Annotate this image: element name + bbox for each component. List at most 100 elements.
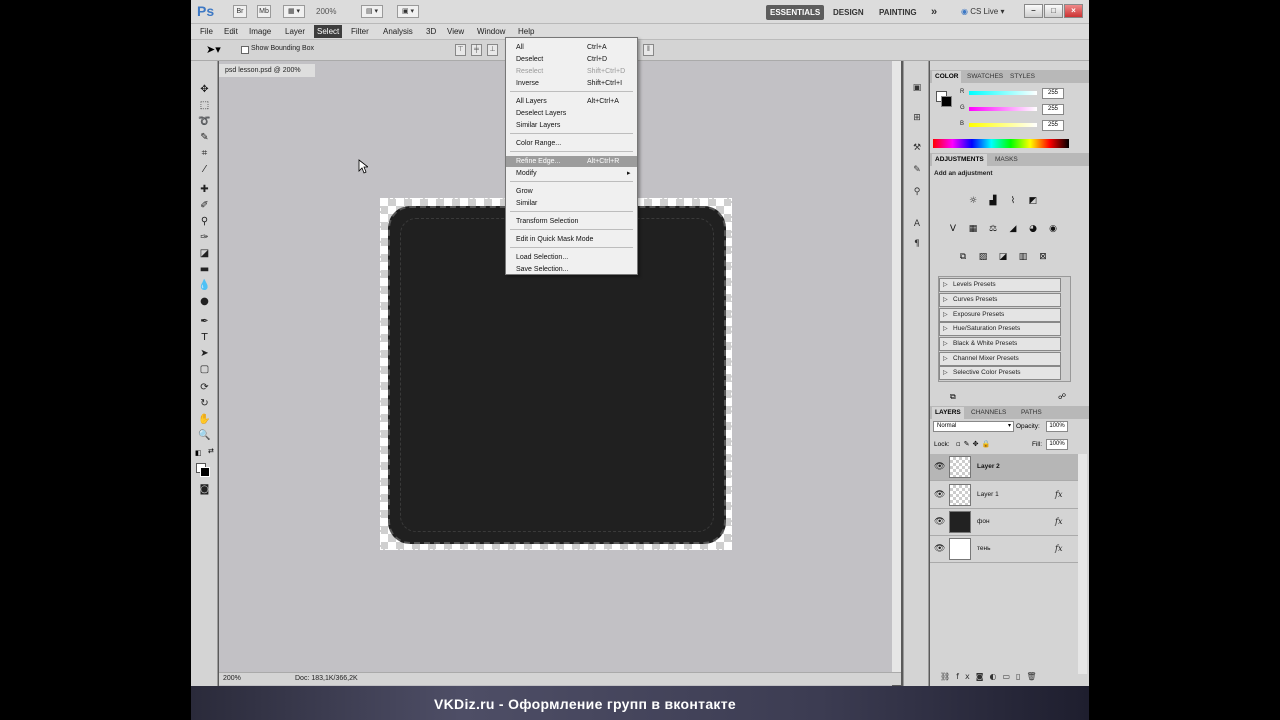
menu-3d[interactable]: 3D	[423, 25, 439, 38]
threshold-icon[interactable]: ◪	[996, 251, 1010, 263]
shape-tool-icon[interactable]: ▢	[198, 363, 211, 376]
history-brush-tool-icon[interactable]: ✑	[198, 231, 211, 244]
menu-item-grow[interactable]: Grow	[506, 186, 637, 197]
tab-color[interactable]: COLOR	[932, 71, 962, 83]
tab-channels[interactable]: CHANNELS	[968, 407, 1009, 419]
tab-swatches[interactable]: SWATCHES	[964, 71, 1006, 83]
preset-black-white[interactable]: Black & White Presets	[939, 337, 1061, 351]
quick-selection-tool-icon[interactable]: ✎	[198, 131, 211, 144]
pen-tool-icon[interactable]: ✒	[198, 315, 211, 328]
minimize-button[interactable]: –	[1024, 4, 1043, 18]
menu-analysis[interactable]: Analysis	[380, 25, 416, 38]
hand-tool-icon[interactable]: ✋	[198, 413, 211, 426]
layer-name[interactable]: фон	[977, 518, 990, 525]
preset-selective-color[interactable]: Selective Color Presets	[939, 366, 1061, 380]
menu-select[interactable]: Select	[314, 25, 343, 38]
vertical-scrollbar[interactable]	[892, 61, 901, 673]
fill-input[interactable]: 100%	[1046, 439, 1068, 450]
menu-item-edit-in-quick-mask-mode[interactable]: Edit in Quick Mask Mode	[506, 234, 637, 245]
visibility-eye-icon[interactable]: 👁	[934, 462, 945, 472]
menu-item-deselect-layers[interactable]: Deselect Layers	[506, 108, 637, 119]
show-bounding-box-checkbox[interactable]	[241, 46, 249, 54]
visibility-eye-icon[interactable]: 👁	[934, 517, 945, 527]
layer-effects-icon[interactable]: fx	[1055, 517, 1062, 526]
gradient-map-icon[interactable]: ▥	[1016, 251, 1030, 263]
menu-item-save-selection[interactable]: Save Selection...	[506, 264, 637, 275]
brush-tool-icon[interactable]: ✐	[198, 199, 211, 212]
tab-layers[interactable]: LAYERS	[932, 407, 964, 419]
marquee-tool-icon[interactable]: ⬚	[198, 99, 211, 112]
channel-mixer-icon[interactable]: ◉	[1046, 223, 1060, 235]
status-zoom[interactable]: 200%	[223, 675, 241, 682]
channel-b-slider[interactable]	[969, 123, 1037, 127]
brushes-icon[interactable]: ✎	[910, 165, 924, 177]
3d-orbit-tool-icon[interactable]: ↻	[198, 397, 211, 410]
menu-file[interactable]: File	[197, 25, 216, 38]
restore-button[interactable]: □	[1044, 4, 1063, 18]
layer-name[interactable]: Layer 1	[977, 491, 999, 498]
eraser-tool-icon[interactable]: ◪	[198, 247, 211, 260]
workspace-essentials[interactable]: ESSENTIALS	[766, 5, 825, 20]
brightness-contrast-icon[interactable]: ☼	[966, 195, 980, 207]
layers-scrollbar[interactable]	[1078, 454, 1087, 674]
arrange-documents-button[interactable]: ▤ ▾	[361, 5, 383, 18]
menu-item-similar[interactable]: Similar	[506, 198, 637, 209]
default-colors-icon[interactable]: ◧	[195, 449, 202, 457]
menu-item-all[interactable]: All Ctrl+A	[506, 42, 637, 53]
zoom-level[interactable]: 200%	[316, 7, 336, 16]
gradient-tool-icon[interactable]: ▬	[198, 263, 211, 276]
align-bottom-icon[interactable]: ⊥	[487, 44, 498, 56]
menu-image[interactable]: Image	[246, 25, 274, 38]
preset-levels[interactable]: Levels Presets	[939, 278, 1061, 292]
layer-row[interactable]: 👁 Layer 2	[930, 454, 1078, 481]
curves-icon[interactable]: ⌇	[1006, 195, 1020, 207]
eyedropper-tool-icon[interactable]: ⁄	[198, 163, 211, 176]
opacity-input[interactable]: 100%	[1046, 421, 1068, 432]
close-button[interactable]: ×	[1064, 4, 1083, 18]
color-spectrum[interactable]	[933, 139, 1069, 148]
channel-r-value[interactable]: 255	[1042, 88, 1064, 99]
color-balance-icon[interactable]: ⚖	[986, 223, 1000, 235]
menu-item-similar-layers[interactable]: Similar Layers	[506, 120, 637, 131]
foreground-color-swatch[interactable]	[200, 467, 210, 477]
type-tool-icon[interactable]: T	[198, 331, 211, 344]
preset-curves[interactable]: Curves Presets	[939, 293, 1061, 307]
dodge-tool-icon[interactable]: ●	[198, 295, 211, 308]
blur-tool-icon[interactable]: 💧	[198, 279, 211, 292]
layer-name[interactable]: Layer 2	[977, 463, 1000, 470]
view-extras-button[interactable]: ▦ ▾	[283, 5, 305, 18]
exposure-icon[interactable]: ◩	[1026, 195, 1040, 207]
move-tool-icon[interactable]: ✥	[198, 83, 211, 96]
layer-row[interactable]: 👁 тень fx	[930, 536, 1078, 563]
layer-name[interactable]: тень	[977, 545, 991, 552]
align-vcenter-icon[interactable]: ╪	[471, 44, 482, 56]
menu-item-deselect[interactable]: Deselect Ctrl+D	[506, 54, 637, 65]
layer-row[interactable]: 👁 Layer 1 fx	[930, 482, 1078, 509]
lasso-tool-icon[interactable]: ➰	[198, 115, 211, 128]
mini-bridge-button[interactable]: Mb	[257, 5, 271, 18]
align-top-icon[interactable]: ⊤	[455, 44, 466, 56]
cs-live-menu[interactable]: ◉ CS Live ▾	[961, 7, 1004, 16]
menu-item-reselect[interactable]: Reselect Shift+Ctrl+D	[506, 66, 637, 77]
photo-filter-icon[interactable]: ◕	[1026, 223, 1040, 235]
workspace-design[interactable]: DESIGN	[829, 5, 868, 20]
color-background-swatch[interactable]	[941, 96, 952, 107]
menu-item-all-layers[interactable]: All Layers Alt+Ctrl+A	[506, 96, 637, 107]
black-white-icon[interactable]: ◢	[1006, 223, 1020, 235]
mini-bridge-icon[interactable]: ▣	[910, 83, 924, 95]
path-selection-tool-icon[interactable]: ➤	[198, 347, 211, 360]
invert-icon[interactable]: ⧉	[956, 251, 970, 263]
3d-rotate-tool-icon[interactable]: ⟳	[198, 381, 211, 394]
tab-paths[interactable]: PATHS	[1018, 407, 1045, 419]
layers-footer-icons[interactable]: ⛓fx◙◐▭▯🗑	[940, 672, 1080, 684]
lock-icons[interactable]: ▫✎✥🔒	[956, 440, 993, 448]
channel-g-slider[interactable]	[969, 107, 1037, 111]
menu-item-load-selection[interactable]: Load Selection...	[506, 252, 637, 263]
menu-item-refine-edge[interactable]: Refine Edge... Alt+Ctrl+R	[506, 156, 637, 167]
menu-filter[interactable]: Filter	[348, 25, 372, 38]
clone-source-icon[interactable]: ⚲	[910, 187, 924, 199]
menu-item-transform-selection[interactable]: Transform Selection	[506, 216, 637, 227]
healing-brush-tool-icon[interactable]: ✚	[198, 183, 211, 196]
history-icon[interactable]: ⊞	[910, 113, 924, 125]
levels-icon[interactable]: ▟	[986, 195, 1000, 207]
